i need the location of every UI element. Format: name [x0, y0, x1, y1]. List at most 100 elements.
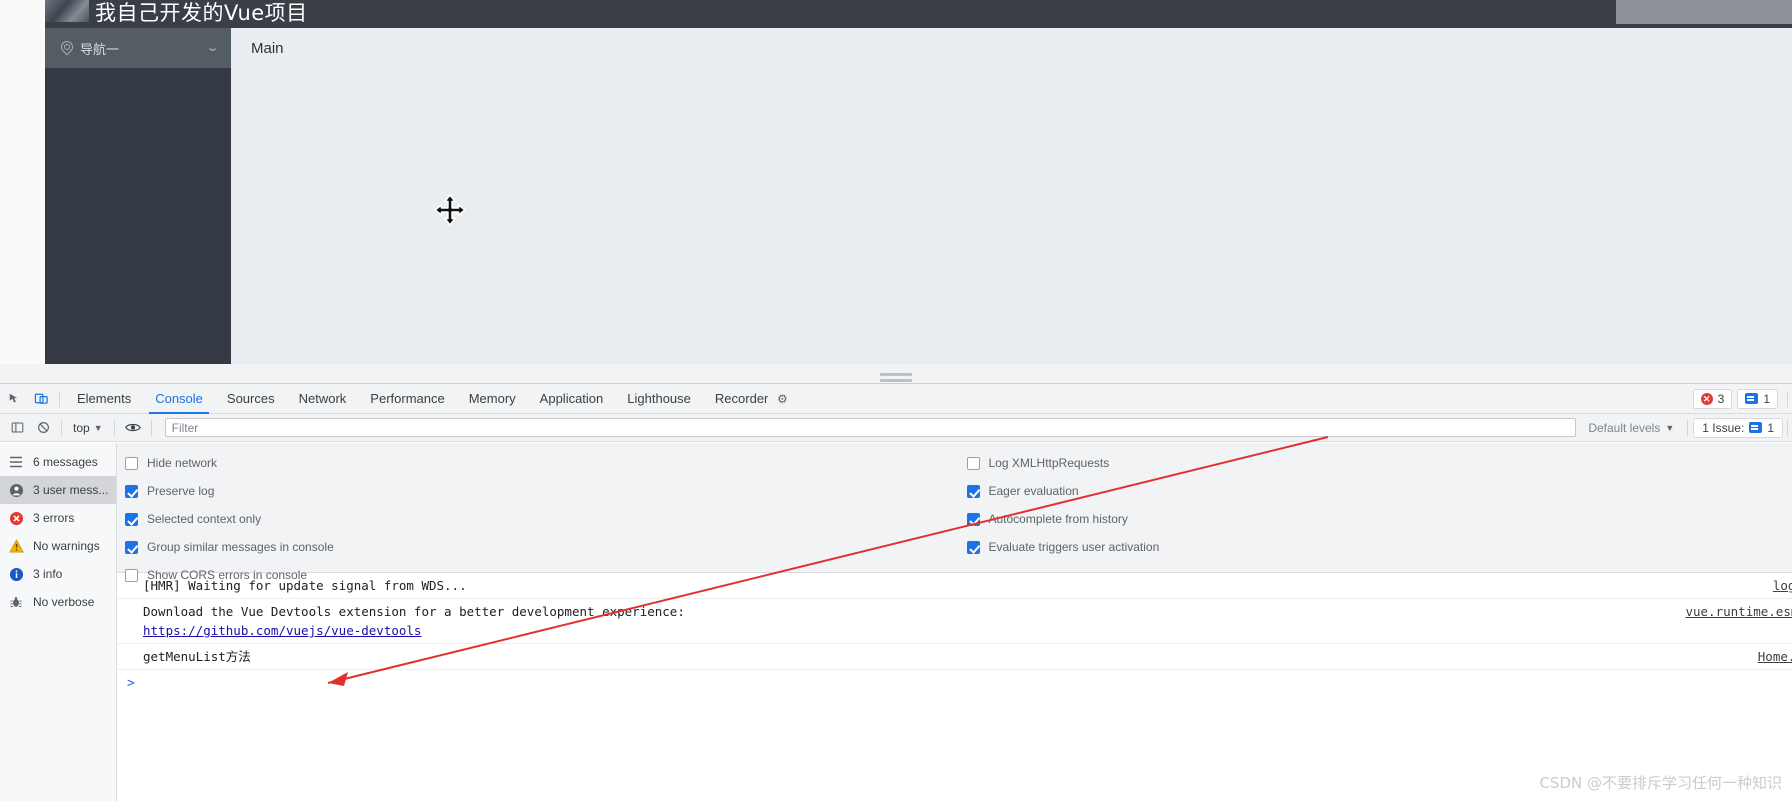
checkbox[interactable]	[966, 512, 980, 526]
inspect-element-icon[interactable]	[2, 386, 28, 412]
toolbar-divider	[59, 390, 60, 407]
setting-label: Preserve log	[147, 484, 215, 498]
console-message-list: [HMR] Waiting for update signal from WDS…	[117, 573, 1792, 696]
tab-label: Elements	[77, 390, 132, 406]
device-toolbar-icon[interactable]	[28, 386, 54, 412]
sidebar-item-user-messages[interactable]: 3 user mess...	[0, 476, 116, 504]
app-main-content: Main	[231, 28, 1792, 364]
checkbox[interactable]	[966, 456, 980, 470]
console-message-source-link[interactable]: Home.vue	[1758, 647, 1792, 666]
sidebar-item-warnings[interactable]: No warnings	[0, 532, 116, 560]
console-message-row[interactable]: Download the Vue Devtools extension for …	[117, 599, 1792, 644]
setting-label: Group similar messages in console	[147, 540, 334, 554]
header-avatar-image	[45, 0, 89, 22]
tab-lighthouse[interactable]: Lighthouse	[615, 384, 703, 414]
console-message-row[interactable]: getMenuList方法 Home.vue	[117, 644, 1792, 670]
tabbar-status-group: ✕ 3 1	[1692, 388, 1792, 409]
checkbox[interactable]	[125, 484, 138, 498]
issues-count: 1	[1767, 420, 1774, 435]
setting-label: Autocomplete from history	[988, 512, 1128, 526]
warning-icon	[8, 538, 24, 554]
tab-memory[interactable]: Memory	[457, 384, 528, 414]
tab-elements[interactable]: Elements	[65, 384, 143, 414]
setting-label: Selected context only	[147, 512, 262, 526]
tab-network[interactable]: Network	[287, 384, 359, 414]
checkbox[interactable]	[966, 484, 980, 498]
console-message-source-link[interactable]: log.js	[1773, 576, 1792, 595]
app-sidebar-menu: 导航一 ⌄	[45, 28, 231, 68]
checkbox[interactable]	[125, 512, 138, 526]
execution-context-selector[interactable]: top ▼	[67, 418, 109, 438]
toolbar-divider	[1687, 419, 1689, 436]
checkbox[interactable]	[125, 456, 138, 470]
setting-evaluate-triggers-user-activation[interactable]: Evaluate triggers user activation	[966, 533, 1792, 561]
clear-console-icon[interactable]	[30, 415, 56, 441]
sidebar-item-errors[interactable]: 3 errors	[0, 504, 116, 532]
toolbar-divider	[113, 419, 115, 436]
message-icon	[1745, 393, 1759, 404]
error-count-label: 3	[1717, 391, 1725, 406]
splitter-grip-handle[interactable]	[880, 373, 912, 382]
issues-chip[interactable]: 1 Issue: 1	[1693, 417, 1783, 438]
tab-application[interactable]: Application	[528, 384, 616, 414]
log-levels-selector[interactable]: Default levels ▼	[1580, 421, 1682, 435]
toolbar-divider	[61, 419, 62, 436]
setting-group-similar-messages[interactable]: Group similar messages in console	[125, 533, 955, 561]
location-pin-icon	[59, 41, 73, 55]
setting-autocomplete-from-history[interactable]: Autocomplete from history	[966, 505, 1792, 533]
console-sidebar-toggle-icon[interactable]	[4, 415, 30, 441]
live-expression-eye-icon[interactable]	[120, 415, 146, 441]
sidebar-item-info[interactable]: 3 info	[0, 560, 116, 588]
sidebar-item-nav-one[interactable]: 导航一 ⌄	[45, 28, 231, 68]
header-right-panel	[1616, 0, 1792, 24]
tab-label: Lighthouse	[627, 390, 691, 406]
chevron-down-icon: ▼	[93, 422, 103, 433]
setting-hide-network[interactable]: Hide network	[125, 449, 955, 477]
devtools-tabbar: Elements Console Sources Network Perform…	[0, 384, 1792, 414]
tab-label: Application	[539, 390, 604, 406]
tab-performance[interactable]: Performance	[358, 384, 456, 414]
tab-label: Sources	[226, 390, 275, 406]
tab-recorder[interactable]: Recorder ⚙	[703, 384, 800, 414]
sidebar-item-verbose[interactable]: No verbose	[0, 588, 116, 616]
message-count-label: 1	[1763, 391, 1770, 406]
console-message-text: getMenuList方法	[143, 649, 251, 664]
console-message-text: [HMR] Waiting for update signal from WDS…	[143, 578, 467, 593]
sidebar-item-label: 6 messages	[33, 455, 98, 469]
devtools-panel: Elements Console Sources Network Perform…	[0, 384, 1792, 801]
setting-log-xmlhttprequests[interactable]: Log XMLHttpRequests	[966, 449, 1792, 477]
setting-label: Eager evaluation	[988, 484, 1079, 498]
tab-console[interactable]: Console	[143, 384, 215, 414]
console-content: Hide network Preserve log Selected conte…	[117, 443, 1792, 801]
sidebar-item-label: 3 user mess...	[33, 483, 109, 497]
setting-selected-context-only[interactable]: Selected context only	[125, 505, 955, 533]
sidebar-item-label: 3 info	[33, 567, 63, 581]
message-count-chip[interactable]: 1	[1737, 388, 1778, 409]
console-message-text: Download the Vue Devtools extension for …	[143, 602, 1784, 640]
console-prompt[interactable]: >	[117, 670, 1792, 696]
toolbar-divider	[150, 419, 152, 436]
console-body: 6 messages 3 user mess... 3 errors No wa…	[0, 443, 1792, 801]
tab-sources[interactable]: Sources	[215, 384, 287, 414]
setting-label: Log XMLHttpRequests	[988, 456, 1110, 470]
tab-label: Network	[298, 390, 347, 406]
screenshot-root: 我自己开发的Vue项目 导航一 ⌄ Main Elements Console …	[0, 0, 1792, 801]
devtools-splitter[interactable]	[0, 370, 1792, 384]
console-message-source-link[interactable]: vue.runtime.esm.js?2	[1685, 602, 1792, 621]
settings-column-right: Log XMLHttpRequests Eager evaluation Aut…	[955, 449, 1792, 564]
prompt-caret: >	[127, 675, 135, 691]
browser-viewport: 我自己开发的Vue项目 导航一 ⌄ Main	[0, 0, 1792, 379]
console-message-hyperlink[interactable]: https://github.com/vuejs/vue-devtools	[143, 623, 421, 638]
sidebar-item-messages[interactable]: 6 messages	[0, 448, 116, 476]
error-count-chip[interactable]: ✕ 3	[1692, 388, 1733, 409]
console-message-row[interactable]: [HMR] Waiting for update signal from WDS…	[117, 573, 1792, 599]
checkbox[interactable]	[966, 540, 980, 554]
sidebar-item-label: No verbose	[33, 595, 95, 609]
checkbox[interactable]	[125, 540, 138, 554]
page-title: 我自己开发的Vue项目	[95, 1, 308, 25]
setting-eager-evaluation[interactable]: Eager evaluation	[966, 477, 1792, 505]
console-filter-input[interactable]	[164, 418, 1577, 437]
grip-line	[880, 373, 912, 376]
setting-preserve-log[interactable]: Preserve log	[125, 477, 955, 505]
toolbar-divider	[1787, 419, 1788, 436]
